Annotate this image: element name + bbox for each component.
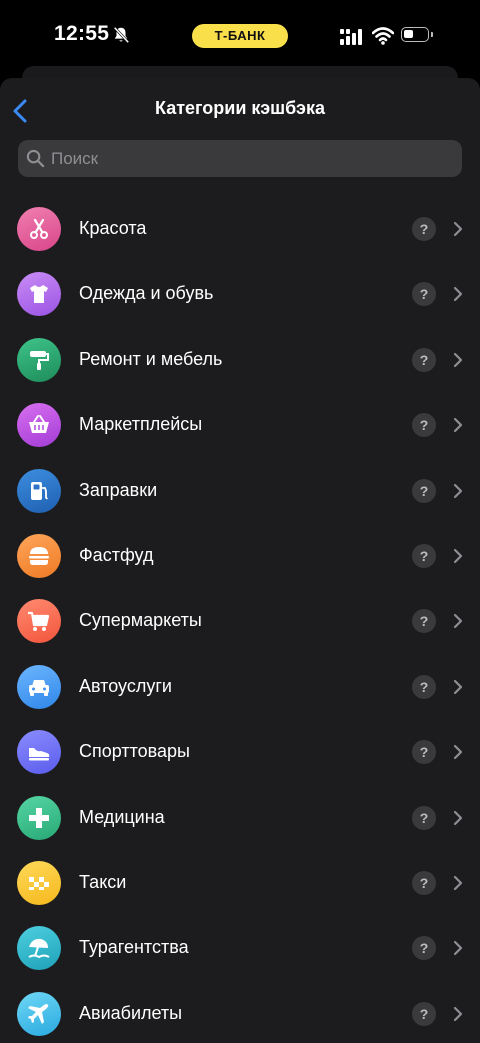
help-button[interactable]: ? — [412, 478, 436, 503]
help-button[interactable]: ? — [412, 609, 436, 634]
category-label: Одежда и обувь — [79, 283, 214, 304]
help-button[interactable]: ? — [412, 282, 436, 307]
search-icon — [26, 149, 45, 168]
category-icon-bg — [17, 468, 61, 513]
category-icon-bg — [17, 403, 61, 448]
status-time: 12:55 — [54, 22, 110, 45]
status-bar: 12:55 Т-БАНК — [0, 0, 480, 70]
chevron-right-icon — [453, 614, 463, 629]
chevron-right-icon — [453, 745, 463, 760]
burger-icon — [29, 546, 49, 565]
category-row[interactable]: Фастфуд? — [0, 524, 480, 589]
category-label: Такси — [79, 871, 127, 892]
category-icon-bg — [17, 599, 61, 644]
category-icon-bg — [17, 860, 61, 905]
category-row[interactable]: Заправки? — [0, 459, 480, 524]
bell-muted-icon — [113, 26, 130, 44]
category-label: Медицина — [79, 806, 165, 827]
category-label: Автоуслуги — [79, 675, 172, 696]
category-label: Фастфуд — [79, 544, 154, 565]
category-icon-bg — [17, 337, 61, 382]
category-row[interactable]: Ремонт и мебель? — [0, 328, 480, 393]
help-button[interactable]: ? — [412, 805, 436, 830]
category-label: Заправки — [79, 479, 158, 500]
category-row[interactable]: Спорттовары? — [0, 720, 480, 785]
category-label: Красота — [79, 218, 147, 238]
beach-umbrella-icon — [28, 939, 50, 959]
airplane-icon — [28, 1003, 49, 1024]
category-icon-bg — [17, 664, 61, 709]
category-row[interactable]: Супермаркеты? — [0, 589, 480, 654]
chevron-right-icon — [453, 548, 463, 564]
battery-tip — [431, 32, 433, 37]
taxi-icon — [29, 876, 49, 890]
chevron-right-icon — [453, 875, 463, 891]
cashback-categories-sheet: Категории кэшбэка Красота?Одежда и обувь… — [0, 78, 480, 1043]
category-icon-bg — [17, 207, 61, 251]
scissors-icon — [30, 218, 48, 239]
help-button[interactable]: ? — [412, 413, 436, 438]
car-icon — [29, 679, 49, 696]
category-row[interactable]: Турагентства? — [0, 916, 480, 981]
chevron-right-icon — [453, 810, 463, 825]
category-icon-bg — [17, 272, 61, 317]
basket-icon — [29, 415, 49, 434]
category-label: Спорттовары — [79, 741, 190, 762]
help-button[interactable]: ? — [412, 1001, 436, 1026]
category-row[interactable]: Маркетплейсы? — [0, 393, 480, 458]
chevron-right-icon — [453, 352, 463, 367]
category-icon-bg — [17, 533, 61, 578]
search-input[interactable] — [48, 140, 451, 177]
category-row[interactable]: Автоуслуги? — [0, 655, 480, 720]
battery-icon — [401, 27, 429, 42]
category-label: Турагентства — [79, 937, 189, 958]
category-icon-bg — [17, 926, 61, 971]
wifi-icon — [372, 27, 394, 45]
sneaker-icon — [29, 748, 50, 761]
category-icon-bg — [17, 730, 61, 775]
cellular-signal-icon — [340, 29, 362, 45]
help-button[interactable]: ? — [412, 217, 436, 241]
chevron-right-icon — [453, 287, 463, 302]
chevron-right-icon — [453, 221, 463, 237]
category-row[interactable]: Авиабилеты? — [0, 982, 480, 1043]
category-label: Ремонт и мебель — [79, 348, 223, 369]
help-button[interactable]: ? — [412, 543, 436, 568]
category-label: Маркетплейсы — [79, 414, 203, 435]
help-button[interactable]: ? — [412, 347, 436, 372]
fuel-pump-icon — [31, 481, 48, 500]
help-button[interactable]: ? — [412, 740, 436, 765]
medical-cross-icon — [29, 807, 49, 828]
category-row[interactable]: Такси? — [0, 851, 480, 916]
category-icon-bg — [17, 991, 61, 1036]
page-title: Категории кэшбэка — [155, 98, 325, 118]
search-bar[interactable] — [18, 140, 462, 177]
category-row[interactable]: Одежда и обувь? — [0, 262, 480, 327]
chevron-right-icon — [453, 679, 463, 694]
help-button[interactable]: ? — [412, 870, 436, 895]
category-list: Красота? Одежда и обувь? Ремонт и мебель? М… — [0, 197, 480, 1043]
tshirt-icon — [30, 285, 48, 304]
bank-pill[interactable]: Т-БАНК — [192, 24, 288, 48]
chevron-right-icon — [453, 1006, 463, 1021]
chevron-right-icon — [453, 941, 463, 956]
cart-icon — [28, 612, 50, 632]
category-label: Авиабилеты — [79, 1002, 183, 1023]
help-button[interactable]: ? — [412, 936, 436, 961]
chevron-right-icon — [453, 483, 463, 498]
category-icon-bg — [17, 795, 61, 840]
paint-roller-icon — [30, 350, 49, 370]
category-row[interactable]: Медицина? — [0, 786, 480, 851]
category-label: Супермаркеты — [79, 610, 202, 631]
category-row[interactable]: Красота? — [0, 197, 480, 262]
chevron-right-icon — [453, 418, 463, 433]
help-button[interactable]: ? — [412, 674, 436, 699]
